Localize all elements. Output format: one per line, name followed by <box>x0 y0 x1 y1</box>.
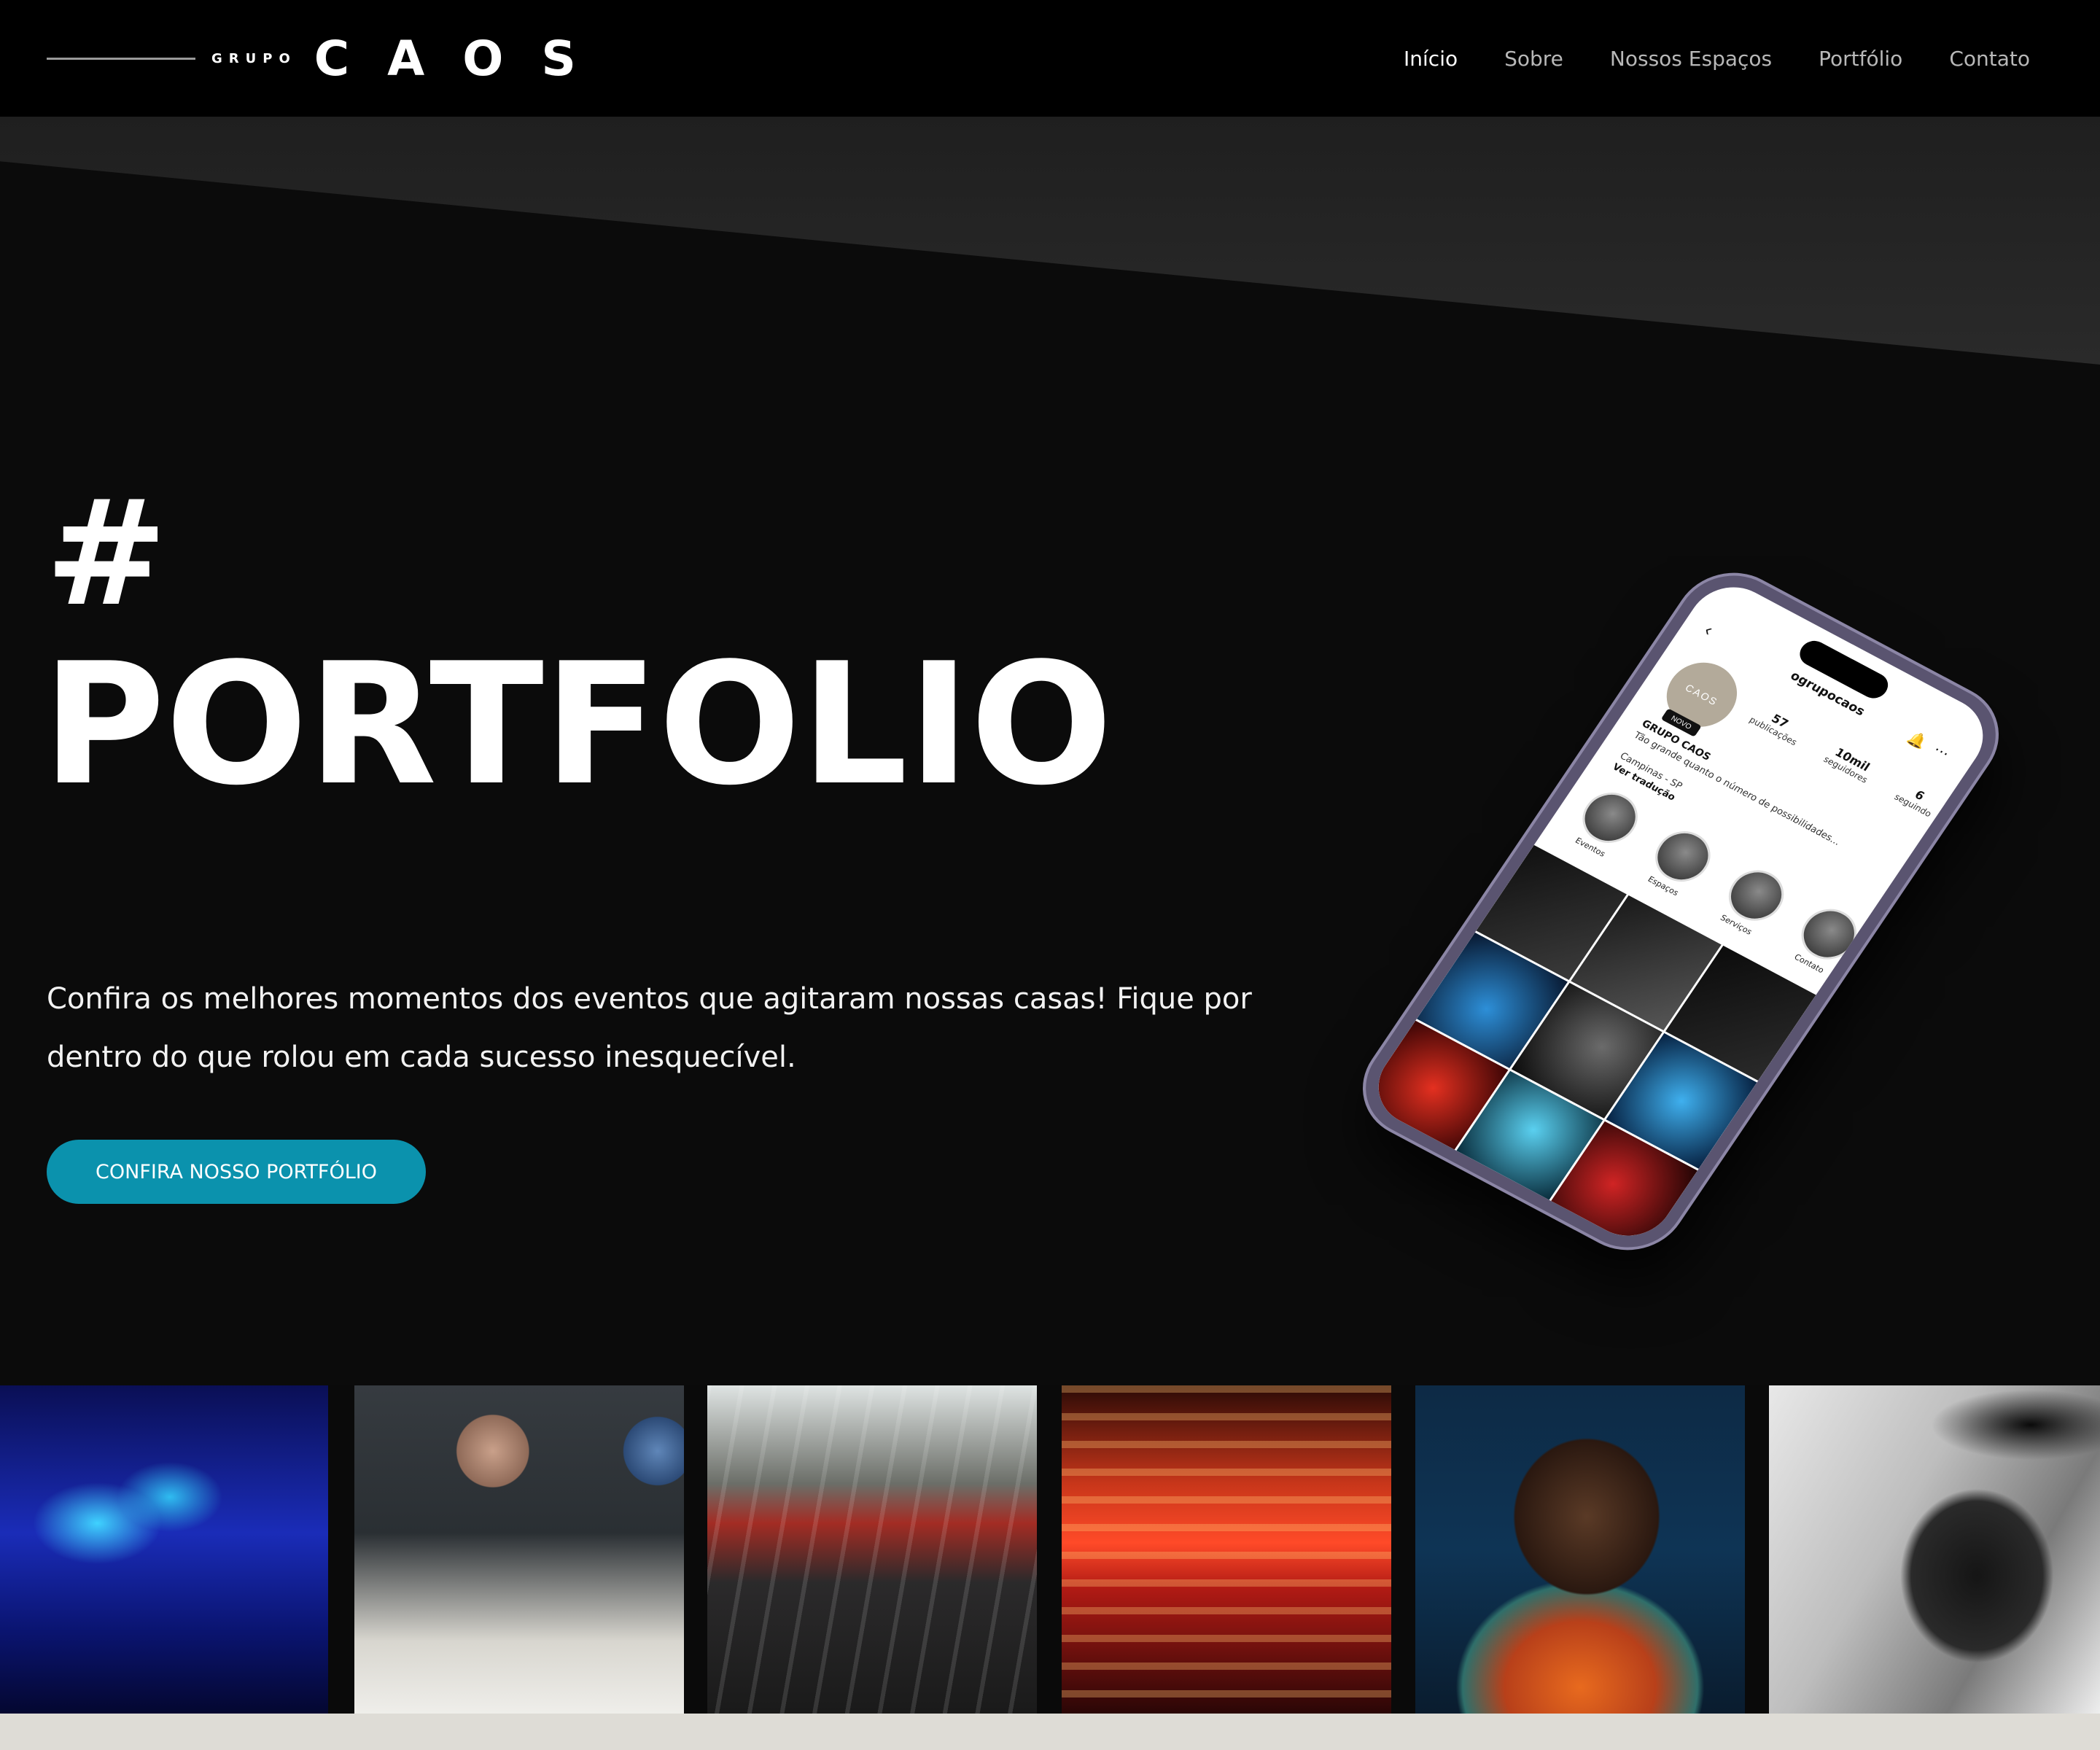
nav-link-portfolio[interactable]: Portfólio <box>1819 47 1902 71</box>
main-nav: Início Sobre Nossos Espaços Portfólio Co… <box>1404 0 2030 117</box>
phone-frame: ‹ ogrupocaos 🔔 ⋯ CAOS NOVO 57 publicaçõe… <box>1345 557 2017 1266</box>
stat-posts: 57 publicações <box>1747 703 1806 747</box>
nav-link-nossos-espacos[interactable]: Nossos Espaços <box>1610 47 1772 71</box>
nav-link-contato[interactable]: Contato <box>1949 47 2030 71</box>
next-section-strip <box>0 1714 2100 1750</box>
hero-hash-symbol: # <box>45 469 168 639</box>
highlight-contato: Contato <box>1781 898 1870 981</box>
gallery-photo-panel-talk[interactable] <box>354 1385 684 1714</box>
hero-section: # PORTFOLIO Confira os melhores momentos… <box>0 117 2100 1385</box>
navbar: GRUPO CAOS Início Sobre Nossos Espaços P… <box>0 0 2100 117</box>
gallery-photo-singer[interactable] <box>1415 1385 1745 1714</box>
nav-link-sobre[interactable]: Sobre <box>1504 47 1563 71</box>
gallery-photo-auditorium[interactable] <box>0 1385 328 1714</box>
gallery-photo-red-stage[interactable] <box>1062 1385 1391 1714</box>
logo-grupo-text: GRUPO <box>211 50 297 66</box>
hero-diagonal-band <box>0 117 2100 365</box>
phone-mockup: ‹ ogrupocaos 🔔 ⋯ CAOS NOVO 57 publicaçõe… <box>1345 525 2017 1371</box>
gallery-photo-rapper[interactable] <box>1769 1385 2100 1714</box>
highlight-eventos: Eventos <box>1562 782 1651 865</box>
profile-avatar: CAOS <box>1653 650 1751 739</box>
portfolio-cta-button[interactable]: CONFIRA NOSSO PORTFÓLIO <box>47 1140 426 1204</box>
phone-screen: ‹ ogrupocaos 🔔 ⋯ CAOS NOVO 57 publicaçõe… <box>1361 572 2000 1251</box>
logo-caos-text: CAOS <box>314 30 614 87</box>
nav-link-inicio[interactable]: Início <box>1404 47 1458 71</box>
highlight-espacos: Espaços <box>1635 821 1724 903</box>
highlight-servicos: Serviços <box>1708 860 1797 942</box>
hero-description: Confira os melhores momentos dos eventos… <box>47 982 1252 1074</box>
photo-gallery <box>0 1385 2100 1714</box>
logo-line <box>47 57 195 60</box>
brand-logo[interactable]: GRUPO CAOS <box>47 0 614 117</box>
hero-title: PORTFOLIO <box>42 628 1113 822</box>
gallery-photo-crowd-outdoor[interactable] <box>707 1385 1037 1714</box>
profile-stats: 57 publicações 10mil seguidores 6 seguin… <box>1747 703 1941 820</box>
stat-followers: 10mil seguidores <box>1821 742 1877 785</box>
stat-following: 6 seguindo <box>1892 780 1941 819</box>
